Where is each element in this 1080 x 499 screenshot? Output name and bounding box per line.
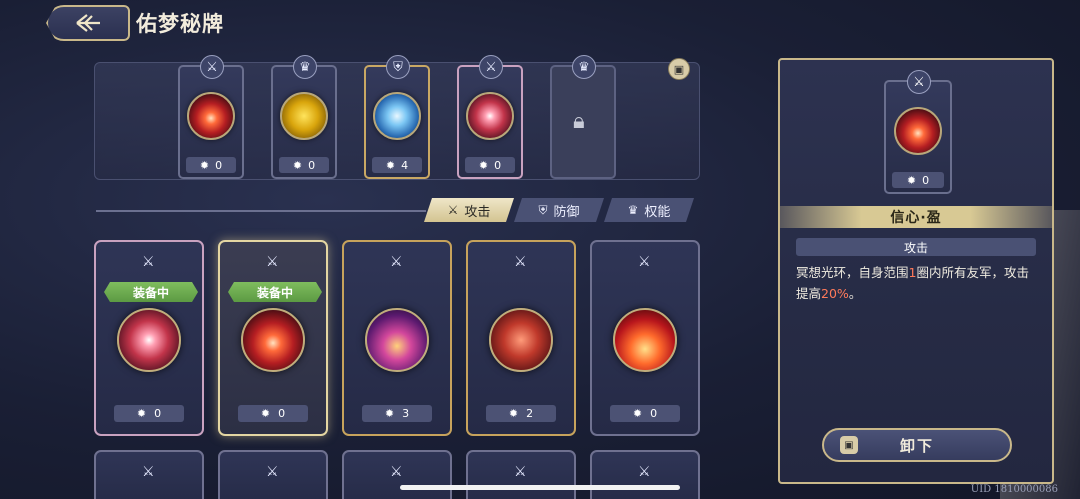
card-remove-icon: ▣ [840, 436, 858, 454]
card-art [365, 308, 429, 372]
card-description: 冥想光环，自身范围1圈内所有友军，攻击提高20%。 [796, 265, 1029, 301]
card-art [241, 308, 305, 372]
equipped-badge: 装备中 [104, 282, 198, 302]
home-indicator[interactable] [400, 485, 680, 490]
card-9[interactable]: ⚔ [466, 450, 576, 499]
gear-icon: ✹ [508, 407, 519, 420]
card-type: 攻击 [796, 238, 1036, 256]
card-name: 信心·盈 [780, 206, 1052, 228]
card-count: ✹ 2 [486, 405, 556, 422]
card-art [466, 92, 514, 140]
gear-icon: ✹ [292, 158, 303, 172]
gear-icon: ✹ [199, 158, 210, 172]
sword-icon: ⚔ [479, 55, 503, 79]
card-count: ✹ 0 [114, 405, 184, 422]
card-art [613, 308, 677, 372]
back-button[interactable] [46, 5, 130, 41]
card-art [373, 92, 421, 140]
gear-icon: ✹ [136, 407, 147, 420]
gear-icon: ✹ [385, 158, 396, 172]
card-count: ✹ 0 [465, 157, 515, 173]
shield-icon: ⛨ [538, 202, 548, 217]
card-art [280, 92, 328, 140]
tab-authority[interactable]: ♛ 权能 [604, 198, 694, 222]
user-id: UID 1810000086 [970, 484, 1058, 495]
card-7[interactable]: ⚔ [218, 450, 328, 499]
loadout-slot-5-locked[interactable]: ♛ 🔒︎ [550, 55, 616, 179]
sword-icon: ⚔ [514, 254, 527, 270]
sword-icon: ⚔ [200, 55, 224, 79]
card-count: ✹ 0 [186, 157, 236, 173]
loadout-slot-4[interactable]: ⚔ ✹ 0 [457, 55, 523, 179]
loadout-slot-2[interactable]: ♛ ✹ 0 [271, 55, 337, 179]
card-art [117, 308, 181, 372]
sword-icon: ⚔ [447, 203, 459, 217]
card-10[interactable]: ⚔ [590, 450, 700, 499]
card-detail-panel: ⚔ ✹ 0 信心·盈 攻击 冥想光环，自身范围1圈内所有友军，攻击提高20%。 ▣… [778, 58, 1054, 484]
card-5[interactable]: ⚔ ✹ 0 [590, 240, 700, 436]
card-count: ✹ 0 [279, 157, 329, 173]
back-arrow-icon [76, 14, 100, 32]
tab-divider [96, 210, 426, 212]
card-art [187, 92, 235, 140]
sword-icon: ⚔ [266, 254, 279, 270]
loadout-slot-3[interactable]: ⛨ ✹ 4 [364, 55, 430, 179]
lock-icon: 🔒︎ [573, 109, 585, 134]
card-count: ✹ 4 [372, 157, 422, 173]
card-3[interactable]: ⚔ ✹ 3 [342, 240, 452, 436]
gear-icon: ✹ [632, 407, 643, 420]
card-1[interactable]: ⚔ 装备中 ✹ 0 [94, 240, 204, 436]
sword-icon: ⚔ [266, 464, 279, 480]
gear-icon: ✹ [384, 407, 395, 420]
detail-card: ⚔ ✹ 0 [884, 70, 952, 194]
sword-icon: ⚔ [907, 70, 931, 94]
card-count: ✹ 0 [892, 172, 944, 188]
card-6[interactable]: ⚔ [94, 450, 204, 499]
card-settings-icon[interactable]: ▣ [668, 58, 690, 80]
tab-attack[interactable]: ⚔ 攻击 [424, 198, 514, 222]
crown-icon: ♛ [627, 203, 639, 217]
tab-defense[interactable]: ⛨ 防御 [514, 198, 604, 222]
gear-icon: ✹ [260, 407, 271, 420]
gear-icon: ✹ [478, 158, 489, 172]
sword-icon: ⚔ [142, 254, 155, 270]
sword-icon: ⚔ [514, 464, 527, 480]
loadout-slot-1[interactable]: ⚔ ✹ 0 [178, 55, 244, 179]
card-2[interactable]: ⚔ 装备中 ✹ 0 [218, 240, 328, 436]
shield-icon: ⛨ [386, 55, 410, 79]
sword-icon: ⚔ [390, 464, 403, 480]
card-art [489, 308, 553, 372]
crown-icon: ♛ [572, 55, 596, 79]
page-title: 佑梦秘牌 [136, 12, 224, 36]
crown-icon: ♛ [293, 55, 317, 79]
card-8[interactable]: ⚔ [342, 450, 452, 499]
card-count: ✹ 3 [362, 405, 432, 422]
gear-icon: ✹ [906, 173, 917, 187]
card-count: ✹ 0 [238, 405, 308, 422]
card-art [894, 107, 942, 155]
unequip-button[interactable]: ▣ 卸下 [822, 428, 1012, 462]
equipped-badge: 装备中 [228, 282, 322, 302]
sword-icon: ⚔ [390, 254, 403, 270]
card-count: ✹ 0 [610, 405, 680, 422]
card-4[interactable]: ⚔ ✹ 2 [466, 240, 576, 436]
sword-icon: ⚔ [142, 464, 155, 480]
sword-icon: ⚔ [638, 464, 651, 480]
sword-icon: ⚔ [638, 254, 651, 270]
